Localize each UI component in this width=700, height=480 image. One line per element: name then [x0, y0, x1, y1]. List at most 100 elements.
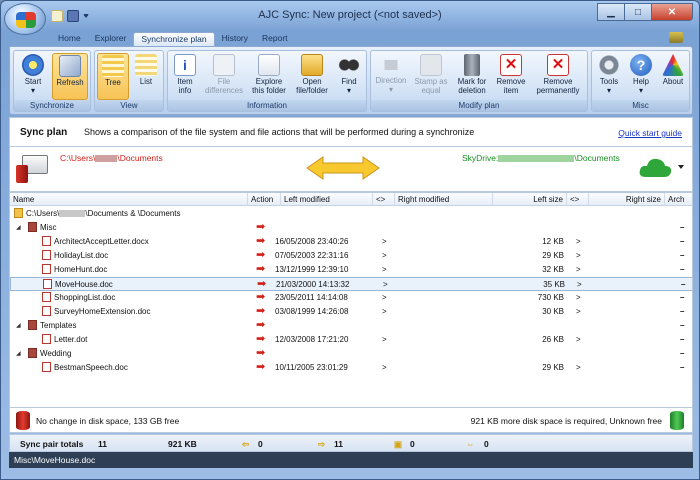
tab-synchronize-plan[interactable]: Synchronize plan: [133, 32, 215, 46]
collapse-icon[interactable]: ◢: [16, 347, 21, 361]
disk-space-status: No change in disk space, 133 GB free 921…: [9, 408, 693, 433]
col-name[interactable]: Name: [10, 193, 248, 206]
title-bar: AJC Sync: New project (<not saved>) ▁ □ …: [1, 1, 699, 35]
file-row[interactable]: ArchitectAcceptLetter.docx 16/05/2008 23:…: [10, 235, 692, 249]
modified-compare: >: [382, 251, 387, 260]
file-name: ArchitectAcceptLetter.docx: [54, 237, 149, 246]
about-button[interactable]: About: [658, 53, 688, 86]
mark-deletion-button[interactable]: Mark for deletion: [453, 53, 491, 95]
file-differences-button[interactable]: File differences: [202, 53, 246, 95]
copy-right-action-icon[interactable]: ➡: [256, 305, 265, 317]
file-row[interactable]: Letter.dot 12/03/2008 17:21:20 >26 KB > ➡ –: [10, 333, 692, 347]
skydrive-cloud-icon: [639, 158, 672, 177]
tools-button[interactable]: Tools ▾: [594, 53, 624, 95]
left-size: 32 KB: [542, 265, 564, 274]
tab-explorer[interactable]: Explorer: [88, 32, 134, 46]
collapse-icon[interactable]: ◢: [16, 319, 21, 333]
modified-compare: >: [382, 335, 387, 344]
root-label: C:\Users\ \Documents & \Documents: [14, 207, 181, 221]
file-name: ShoppingList.doc: [54, 293, 116, 302]
computer-icon: [16, 155, 50, 183]
tree-icon: [102, 55, 124, 77]
file-row[interactable]: ShoppingList.doc 23/05/2011 14:14:08 >730 …: [10, 291, 692, 305]
document-icon: [42, 264, 51, 274]
tab-home[interactable]: Home: [51, 32, 88, 46]
copy-right-action-icon[interactable]: ➡: [256, 291, 265, 303]
app-window: AJC Sync: New project (<not saved>) ▁ □ …: [0, 0, 700, 480]
copy-right-action-icon[interactable]: ➡: [256, 361, 265, 373]
file-name: BestmanSpeech.doc: [54, 363, 128, 372]
document-icon: [42, 334, 51, 344]
tab-report[interactable]: Report: [255, 32, 295, 46]
col-compare-modified[interactable]: <>: [373, 193, 395, 206]
root-row[interactable]: C:\Users\ \Documents & \Documents: [10, 207, 692, 221]
remove-icon: ✕: [500, 54, 522, 76]
col-right-modified[interactable]: Right modified: [395, 193, 493, 206]
collapse-icon[interactable]: ◢: [16, 221, 21, 235]
page-description: Shows a comparison of the file system an…: [84, 127, 475, 137]
explore-folder-button[interactable]: Explore this folder: [248, 53, 290, 95]
help-button[interactable]: ? Help ▾: [626, 53, 656, 95]
quick-start-link[interactable]: Quick start guide: [618, 128, 682, 138]
remove-permanently-button[interactable]: ✕ Remove permanently: [531, 53, 585, 95]
list-view-button[interactable]: List: [131, 53, 161, 100]
group-synchronize: Start ▾ Refresh Synchronize: [13, 50, 91, 112]
left-path[interactable]: C:\Users\ \Documents: [60, 153, 163, 163]
archive-marker: –: [680, 349, 685, 358]
file-row[interactable]: HomeHunt.doc 13/12/1999 12:39:10 >32 KB > ➡ –: [10, 263, 692, 277]
remove-item-button[interactable]: ✕ Remove item: [493, 53, 529, 95]
copy-right-action-icon[interactable]: ➡: [256, 221, 265, 233]
copy-right-action-icon[interactable]: ➡: [256, 235, 265, 247]
ribbon-options-icon[interactable]: [669, 32, 683, 43]
copy-right-action-icon[interactable]: ➡: [256, 319, 265, 331]
help-icon: ?: [630, 54, 652, 76]
file-row[interactable]: SurveyHomeExtension.doc 03/08/1999 14:26:…: [10, 305, 692, 319]
folder-row[interactable]: ◢ Templates ➡ –: [10, 319, 692, 333]
left-modified: 03/08/1999 14:26:08: [275, 307, 349, 316]
bidirectional-icon: ⇔: [466, 439, 475, 449]
copy-right-action-icon[interactable]: ➡: [256, 263, 265, 275]
document-icon: [42, 236, 51, 246]
col-left-modified[interactable]: Left modified: [281, 193, 373, 206]
copy-right-action-icon[interactable]: ➡: [256, 333, 265, 345]
status-bar: Misc\MoveHouse.doc: [9, 452, 693, 468]
file-row[interactable]: HolidayList.doc 07/05/2003 22:31:16 >29 KB…: [10, 249, 692, 263]
tab-history[interactable]: History: [215, 32, 255, 46]
refresh-button[interactable]: Refresh: [52, 53, 88, 100]
copy-right-action-icon[interactable]: ➡: [256, 347, 265, 359]
col-left-size[interactable]: Left size: [493, 193, 567, 206]
col-compare-size[interactable]: <>: [567, 193, 589, 206]
right-path[interactable]: SkyDrive: \Documents: [462, 153, 620, 163]
modified-compare: >: [382, 237, 387, 246]
open-file-button[interactable]: Open file/folder: [292, 53, 332, 95]
direction-button[interactable]: Direction ▾: [373, 53, 409, 94]
file-row[interactable]: MoveHouse.doc 21/03/2000 14:13:32 >35 KB > ➡…: [10, 277, 692, 291]
find-button[interactable]: Find ▾: [334, 53, 364, 95]
folder-row[interactable]: ◢ Wedding ➡ –: [10, 347, 692, 361]
item-info-button[interactable]: i Item info: [170, 53, 200, 95]
info-icon: i: [174, 54, 196, 76]
stamp-equal-button[interactable]: Stamp as equal: [411, 53, 451, 95]
col-action[interactable]: Action: [248, 193, 281, 206]
archive-marker: –: [680, 321, 685, 330]
target-dropdown-icon[interactable]: [678, 165, 684, 169]
file-row[interactable]: BestmanSpeech.doc 10/11/2005 23:01:29 >29 …: [10, 361, 692, 375]
file-name: Letter.dot: [54, 335, 88, 344]
file-name: HomeHunt.doc: [54, 265, 108, 274]
maximize-button[interactable]: □: [624, 3, 652, 21]
archive-marker: –: [680, 363, 685, 372]
tree-view-button[interactable]: Tree: [97, 53, 129, 100]
col-archive[interactable]: Arch: [665, 193, 692, 206]
folder-row[interactable]: ◢ Misc ➡ –: [10, 221, 692, 235]
modified-compare: >: [383, 280, 388, 289]
col-right-size[interactable]: Right size: [589, 193, 665, 206]
start-button[interactable]: Start ▾: [16, 53, 50, 100]
minimize-button[interactable]: ▁: [597, 3, 625, 21]
page-title: Sync plan: [20, 127, 68, 138]
copy-right-action-icon[interactable]: ➡: [257, 278, 266, 290]
left-size: 29 KB: [542, 251, 564, 260]
size-compare: >: [576, 251, 581, 260]
document-icon: [42, 306, 51, 316]
close-button[interactable]: ✕: [651, 3, 693, 21]
copy-right-action-icon[interactable]: ➡: [256, 249, 265, 261]
